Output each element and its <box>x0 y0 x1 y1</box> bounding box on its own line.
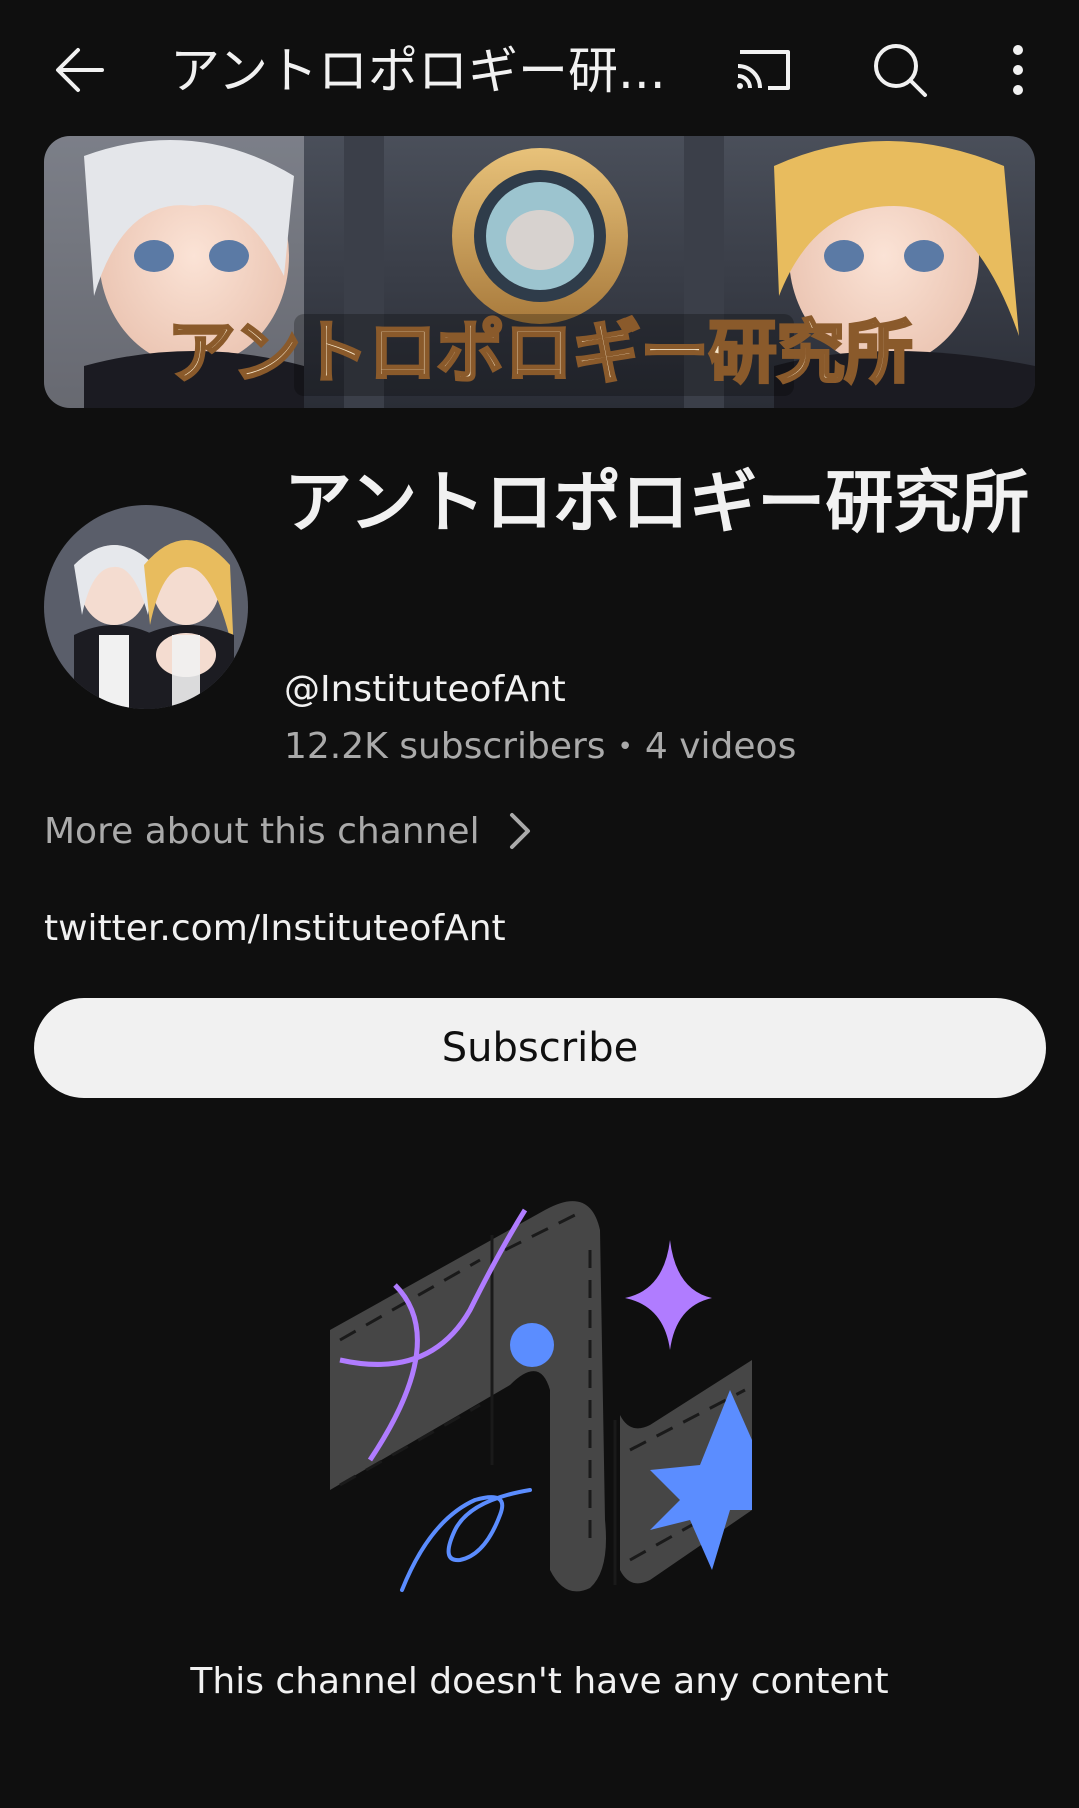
channel-handle: @InstituteofAnt <box>284 669 566 710</box>
more-vertical-icon <box>1013 45 1023 95</box>
subscribe-button[interactable]: Subscribe <box>34 998 1046 1098</box>
top-app-bar: アントロポロギー研... <box>0 0 1079 140</box>
channel-external-link[interactable]: twitter.com/InstituteofAnt <box>44 904 506 954</box>
empty-state-illustration <box>320 1190 760 1610</box>
more-options-button[interactable] <box>990 30 1046 110</box>
cast-icon <box>737 50 790 90</box>
banner-image: アントロポロギー研究所 <box>44 136 1035 408</box>
search-button[interactable] <box>860 30 940 110</box>
channel-name: アントロポロギー研究所 <box>284 464 1030 543</box>
stats-separator: • <box>617 732 633 762</box>
avatar-image <box>44 505 248 709</box>
search-icon <box>874 44 927 97</box>
channel-stats: 12.2K subscribers • 4 videos <box>284 722 796 772</box>
empty-state-message: This channel doesn't have any content <box>190 1661 889 1702</box>
video-count: 4 videos <box>644 726 797 767</box>
banner-title-text: アントロポロギー研究所 <box>167 314 912 393</box>
cast-button[interactable] <box>724 30 804 110</box>
channel-banner: アントロポロギー研究所 <box>44 136 1035 408</box>
back-button[interactable] <box>40 30 120 110</box>
more-about-label: More about this channel <box>44 810 480 852</box>
arrow-back-icon <box>56 48 104 92</box>
subscriber-count: 12.2K subscribers <box>284 726 606 767</box>
more-about-channel-link[interactable]: More about this channel <box>44 805 532 857</box>
page-title: アントロポロギー研... <box>170 42 666 100</box>
channel-avatar[interactable] <box>44 505 248 709</box>
chevron-right-icon <box>509 813 530 849</box>
